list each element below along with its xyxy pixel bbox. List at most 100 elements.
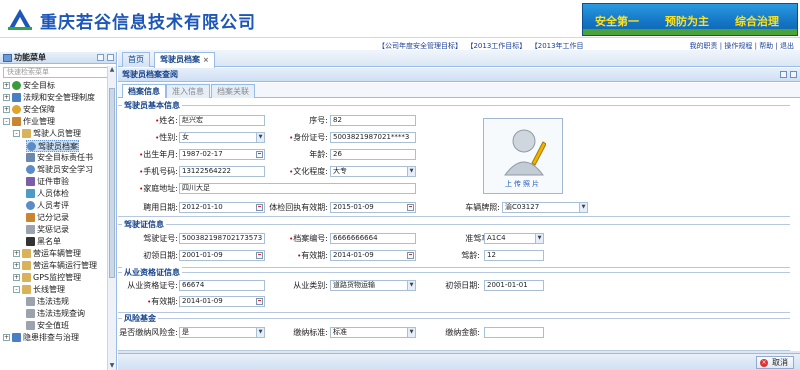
menu-search-input[interactable]: 快速检索菜单 [3,67,113,78]
qual-category-select[interactable]: 道路货物运输 ▼ [330,280,416,291]
edu-select[interactable]: 大专 ▼ [330,166,416,177]
menu-scrollbar[interactable]: ▲ ▼ [107,66,116,370]
expand-icon[interactable]: + [3,94,10,101]
tab-access-info[interactable]: 准入信息 [166,84,210,98]
first-issue-field[interactable]: 2001-01-09 [179,250,265,261]
banner-slogan-2: 预防为主 [665,15,709,28]
expand-icon[interactable]: + [13,274,20,281]
chevron-down-icon[interactable]: ▼ [407,167,415,176]
birth-date-field[interactable]: 1987-02-17 [179,149,265,160]
tree-item-rewards-record[interactable]: 奖惩记录 [26,224,69,236]
expand-icon[interactable]: + [3,82,10,89]
news-link[interactable]: 【2013工作目标】 [466,42,526,50]
name-field[interactable]: 赵兴宏 [179,115,265,126]
section-title: 驾驶证信息 [122,219,166,230]
collapse-icon[interactable]: - [13,130,20,137]
expand-icon[interactable]: + [13,250,20,257]
plate-field[interactable]: 渝C03127 ▼ [502,202,588,213]
scroll-up-icon[interactable]: ▲ [108,66,116,74]
phone-field[interactable]: 13122564222 [179,166,265,177]
address-field[interactable]: 四川大足 [179,183,416,194]
age-field[interactable]: 26 [330,149,416,160]
expand-icon[interactable]: + [3,106,10,113]
tree-item-points-record[interactable]: 记分记录 [26,212,69,224]
hire-date-field[interactable]: 2012-01-10 [179,202,265,213]
expand-icon[interactable]: + [13,262,20,269]
expand-icon[interactable]: + [3,334,10,341]
tree-item-duty[interactable]: 安全值班 [26,320,69,332]
tree-item-blacklist[interactable]: 黑名单 [26,236,61,248]
tree-item-vehicle-operation[interactable]: + 营运车辆运行管理 [13,260,97,272]
folder-icon [22,129,31,138]
refresh-icon[interactable] [780,71,787,78]
news-link[interactable]: 【2013年工作目 [531,42,584,50]
id-field[interactable]: 5003821987021****3 [330,132,416,143]
file-no-field[interactable]: 6666666664 [330,233,416,244]
tab-driver-archive[interactable]: 驾驶员档案 × [154,52,215,68]
license-valid-field[interactable]: 2014-01-09 [330,250,416,261]
tree-item-safety-assurance[interactable]: + 安全保障 [3,104,55,116]
license-no-field[interactable]: 500382198702173573 [179,233,265,244]
tree-item-driver-study[interactable]: 驾驶员安全学习 [26,164,93,176]
pin-icon[interactable] [107,54,114,61]
chevron-down-icon[interactable]: ▼ [535,234,543,243]
document-icon [26,297,35,306]
tab-archive-info[interactable]: 档案信息 [122,84,166,98]
fund-standard-select[interactable]: 标准 ▼ [330,327,416,338]
tree-item-violations[interactable]: 违法违规 [26,296,69,308]
tree-item-driver-archive[interactable]: 驾驶员档案 [26,140,79,152]
tab-home[interactable]: 首页 [122,52,150,67]
help-link[interactable]: 帮助 [759,42,773,50]
qual-first-field[interactable]: 2001-01-01 [484,280,544,291]
scroll-down-icon[interactable]: ▼ [108,362,116,370]
qual-no-field[interactable]: 66674 [179,280,265,291]
tree-item-evaluation[interactable]: 人员考评 [26,200,69,212]
calendar-icon[interactable] [407,252,414,259]
tree-item-regulations[interactable]: + 法规和安全管理制度 [3,92,95,104]
calendar-icon[interactable] [256,298,263,305]
tree-item-operations[interactable]: - 作业管理 [3,116,55,128]
tree-item-hazard[interactable]: + 隐患排查与治理 [3,332,79,344]
gender-select[interactable]: 女 ▼ [179,132,265,143]
news-link[interactable]: 【公司年度安全管理目标】 [378,42,462,50]
my-duty-link[interactable]: 我的职责 [690,42,718,50]
tab-archive-link[interactable]: 档案关联 [211,84,255,98]
vehicle-type-select[interactable]: A1C4 ▼ [484,233,544,244]
tree-item-responsibility[interactable]: 安全目标责任书 [26,152,93,164]
function-menu-panel: 功能菜单 快速检索菜单 + 安全目标 + 法规和安全管理制度 + 安全保障 - 作业管理… [0,52,117,370]
scroll-thumb[interactable] [109,88,115,278]
exam-date-field[interactable]: 2015-01-09 [330,202,416,213]
fund-amount-field[interactable] [484,327,544,338]
maximize-icon[interactable] [790,71,797,78]
collapse-icon[interactable]: - [13,286,20,293]
photo-upload[interactable]: 上传照片 [483,118,563,194]
driving-age-field[interactable]: 12 [484,250,544,261]
calendar-icon[interactable] [407,204,414,211]
calendar-icon[interactable] [256,204,263,211]
fund-paid-label: 是否缴纳风险金: [119,328,178,337]
tree-item-violation-query[interactable]: 违法违规查询 [26,308,85,320]
chevron-down-icon[interactable]: ▼ [407,281,415,290]
tree-item-long-distance[interactable]: - 长线管理 [13,284,65,296]
tree-item-physical-exam[interactable]: 人员体检 [26,188,69,200]
qual-valid-field[interactable]: 2014-01-09 [179,296,265,307]
tree-item-license-check[interactable]: 证件审验 [26,176,69,188]
chevron-down-icon[interactable]: ▼ [579,203,587,212]
collapse-icon[interactable] [97,54,104,61]
tree-item-safety-goal[interactable]: + 安全目标 [3,80,55,92]
tree-item-driver-management[interactable]: - 驾驶人员管理 [13,128,81,140]
close-icon[interactable]: × [203,56,209,64]
seq-field[interactable]: 82 [330,115,416,126]
tree-item-gps[interactable]: + GPS监控管理 [13,272,81,284]
cancel-button[interactable]: × 取消 [756,356,794,369]
tree-item-vehicle-management[interactable]: + 营运车辆管理 [13,248,81,260]
calendar-icon[interactable] [256,151,263,158]
fund-paid-select[interactable]: 是 ▼ [179,327,265,338]
chevron-down-icon[interactable]: ▼ [407,328,415,337]
chevron-down-icon[interactable]: ▼ [256,328,264,337]
calendar-icon[interactable] [256,252,263,259]
collapse-icon[interactable]: - [3,118,10,125]
procedure-link[interactable]: 操作规程 [724,42,752,50]
logout-link[interactable]: 退出 [780,42,794,50]
chevron-down-icon[interactable]: ▼ [256,133,264,142]
